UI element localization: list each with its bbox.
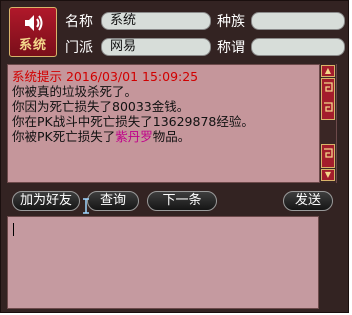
next-button[interactable]: 下一条 bbox=[147, 191, 217, 211]
sect-label: 门派 bbox=[65, 40, 93, 56]
add-friend-button[interactable]: 加为好友 bbox=[12, 191, 80, 211]
message-text: 系统提示 2016/03/01 15:09:25 你被真的垃圾杀死了。 你因为死… bbox=[12, 69, 317, 144]
title-label: 称谓 bbox=[217, 40, 245, 56]
sect-field: 网易 bbox=[101, 38, 211, 56]
scroll-thumb[interactable] bbox=[321, 78, 335, 120]
name-field: 系统 bbox=[101, 12, 211, 30]
message-line: 你被真的垃圾杀死了。 bbox=[12, 84, 138, 99]
message-line: 你被PK死亡损失了紫丹罗物品。 bbox=[12, 129, 317, 144]
message-line: 你因为死亡损失了80033金钱。 bbox=[12, 99, 190, 114]
send-button[interactable]: 发送 bbox=[283, 191, 333, 211]
chat-input[interactable] bbox=[7, 216, 319, 309]
system-icon-label: 系统 bbox=[18, 38, 47, 53]
speaker-icon bbox=[25, 15, 43, 31]
message-line: 你在PK战斗中死亡损失了13629878经验。 bbox=[12, 114, 254, 129]
scroll-down-arrow-icon[interactable]: ▼ bbox=[321, 169, 335, 181]
race-field bbox=[251, 12, 345, 30]
message-line-suffix: 物品。 bbox=[152, 129, 191, 144]
message-header: 系统提示 2016/03/01 15:09:25 bbox=[12, 69, 199, 84]
meander-ornament-icon bbox=[324, 82, 333, 112]
system-message-panel: 系统 名称 系统 种族 门派 网易 称谓 系统提示 2016/03/01 15:… bbox=[0, 0, 349, 313]
ibeam-cursor-icon bbox=[83, 198, 89, 214]
meander-ornament-icon bbox=[324, 148, 333, 158]
item-name: 紫丹罗 bbox=[115, 129, 153, 144]
text-caret bbox=[13, 223, 14, 236]
message-area: 系统提示 2016/03/01 15:09:25 你被真的垃圾杀死了。 你因为死… bbox=[7, 64, 337, 183]
title-field bbox=[251, 38, 345, 56]
message-scrollbar[interactable]: ▲ ▼ bbox=[319, 64, 336, 183]
system-icon: 系统 bbox=[9, 7, 57, 57]
query-button[interactable]: 查询 bbox=[87, 191, 139, 211]
message-line-prefix: 你被PK死亡损失了 bbox=[12, 129, 116, 144]
race-label: 种族 bbox=[217, 14, 245, 30]
name-label: 名称 bbox=[65, 14, 93, 30]
scroll-up-arrow-icon[interactable]: ▲ bbox=[321, 65, 335, 77]
scroll-track-ornament bbox=[321, 144, 335, 168]
